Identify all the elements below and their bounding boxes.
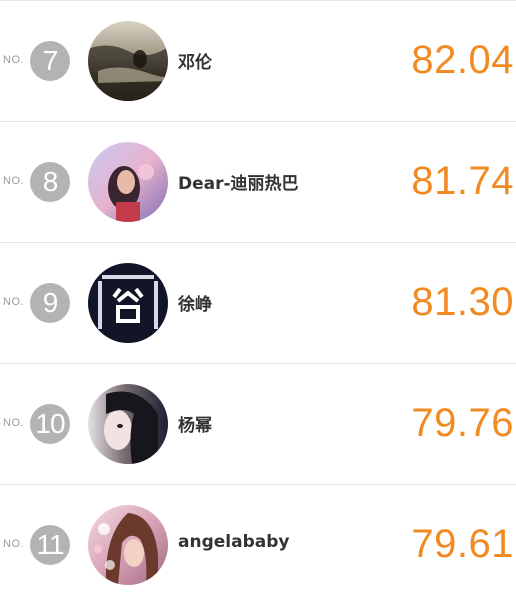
score-value: 82.04 — [411, 38, 514, 82]
user-name[interactable]: Dear-迪丽热巴 — [178, 169, 299, 194]
user-name[interactable]: 徐峥 — [178, 290, 212, 315]
ranking-row[interactable]: NO. 8 Dear-迪丽热巴 81.74 — [0, 121, 516, 242]
ranking-row[interactable]: NO. 10 杨幂 79.76 — [0, 363, 516, 484]
row-divider — [0, 0, 516, 1]
score-value: 79.61 — [411, 522, 514, 566]
avatar[interactable] — [88, 142, 168, 222]
ranking-row[interactable]: NO. 11 angelababy 79.61 — [0, 484, 516, 605]
ranking-row[interactable]: NO. 9 徐峥 81.30 — [0, 242, 516, 363]
avatar-photo-icon — [88, 263, 168, 343]
rank-prefix: NO. — [3, 54, 25, 66]
row-divider — [0, 242, 516, 243]
user-name[interactable]: 邓伦 — [178, 48, 212, 73]
avatar-photo-icon — [88, 21, 168, 101]
row-divider — [0, 484, 516, 485]
rank-prefix: NO. — [3, 175, 25, 187]
avatar[interactable] — [88, 263, 168, 343]
rank-badge: 8 — [30, 162, 70, 202]
avatar[interactable] — [88, 21, 168, 101]
avatar-photo-icon — [88, 384, 168, 464]
rank-prefix: NO. — [3, 417, 25, 429]
avatar-photo-icon — [88, 142, 168, 222]
ranking-list: NO. 7 邓伦 82.04 NO. 8 Dear-迪丽热巴 81.74 NO.… — [0, 0, 516, 602]
user-name[interactable]: angelababy — [178, 532, 289, 552]
avatar[interactable] — [88, 384, 168, 464]
rank-badge: 9 — [30, 283, 70, 323]
score-value: 79.76 — [411, 401, 514, 445]
user-name[interactable]: 杨幂 — [178, 411, 212, 436]
ranking-row[interactable]: NO. 7 邓伦 82.04 — [0, 0, 516, 121]
score-value: 81.30 — [411, 280, 514, 324]
rank-prefix: NO. — [3, 538, 25, 550]
rank-badge: 11 — [30, 525, 70, 565]
rank-badge: 7 — [30, 41, 70, 81]
row-divider — [0, 363, 516, 364]
avatar[interactable] — [88, 505, 168, 585]
rank-badge: 10 — [30, 404, 70, 444]
avatar-photo-icon — [88, 505, 168, 585]
rank-prefix: NO. — [3, 296, 25, 308]
row-divider — [0, 121, 516, 122]
score-value: 81.74 — [411, 159, 514, 203]
